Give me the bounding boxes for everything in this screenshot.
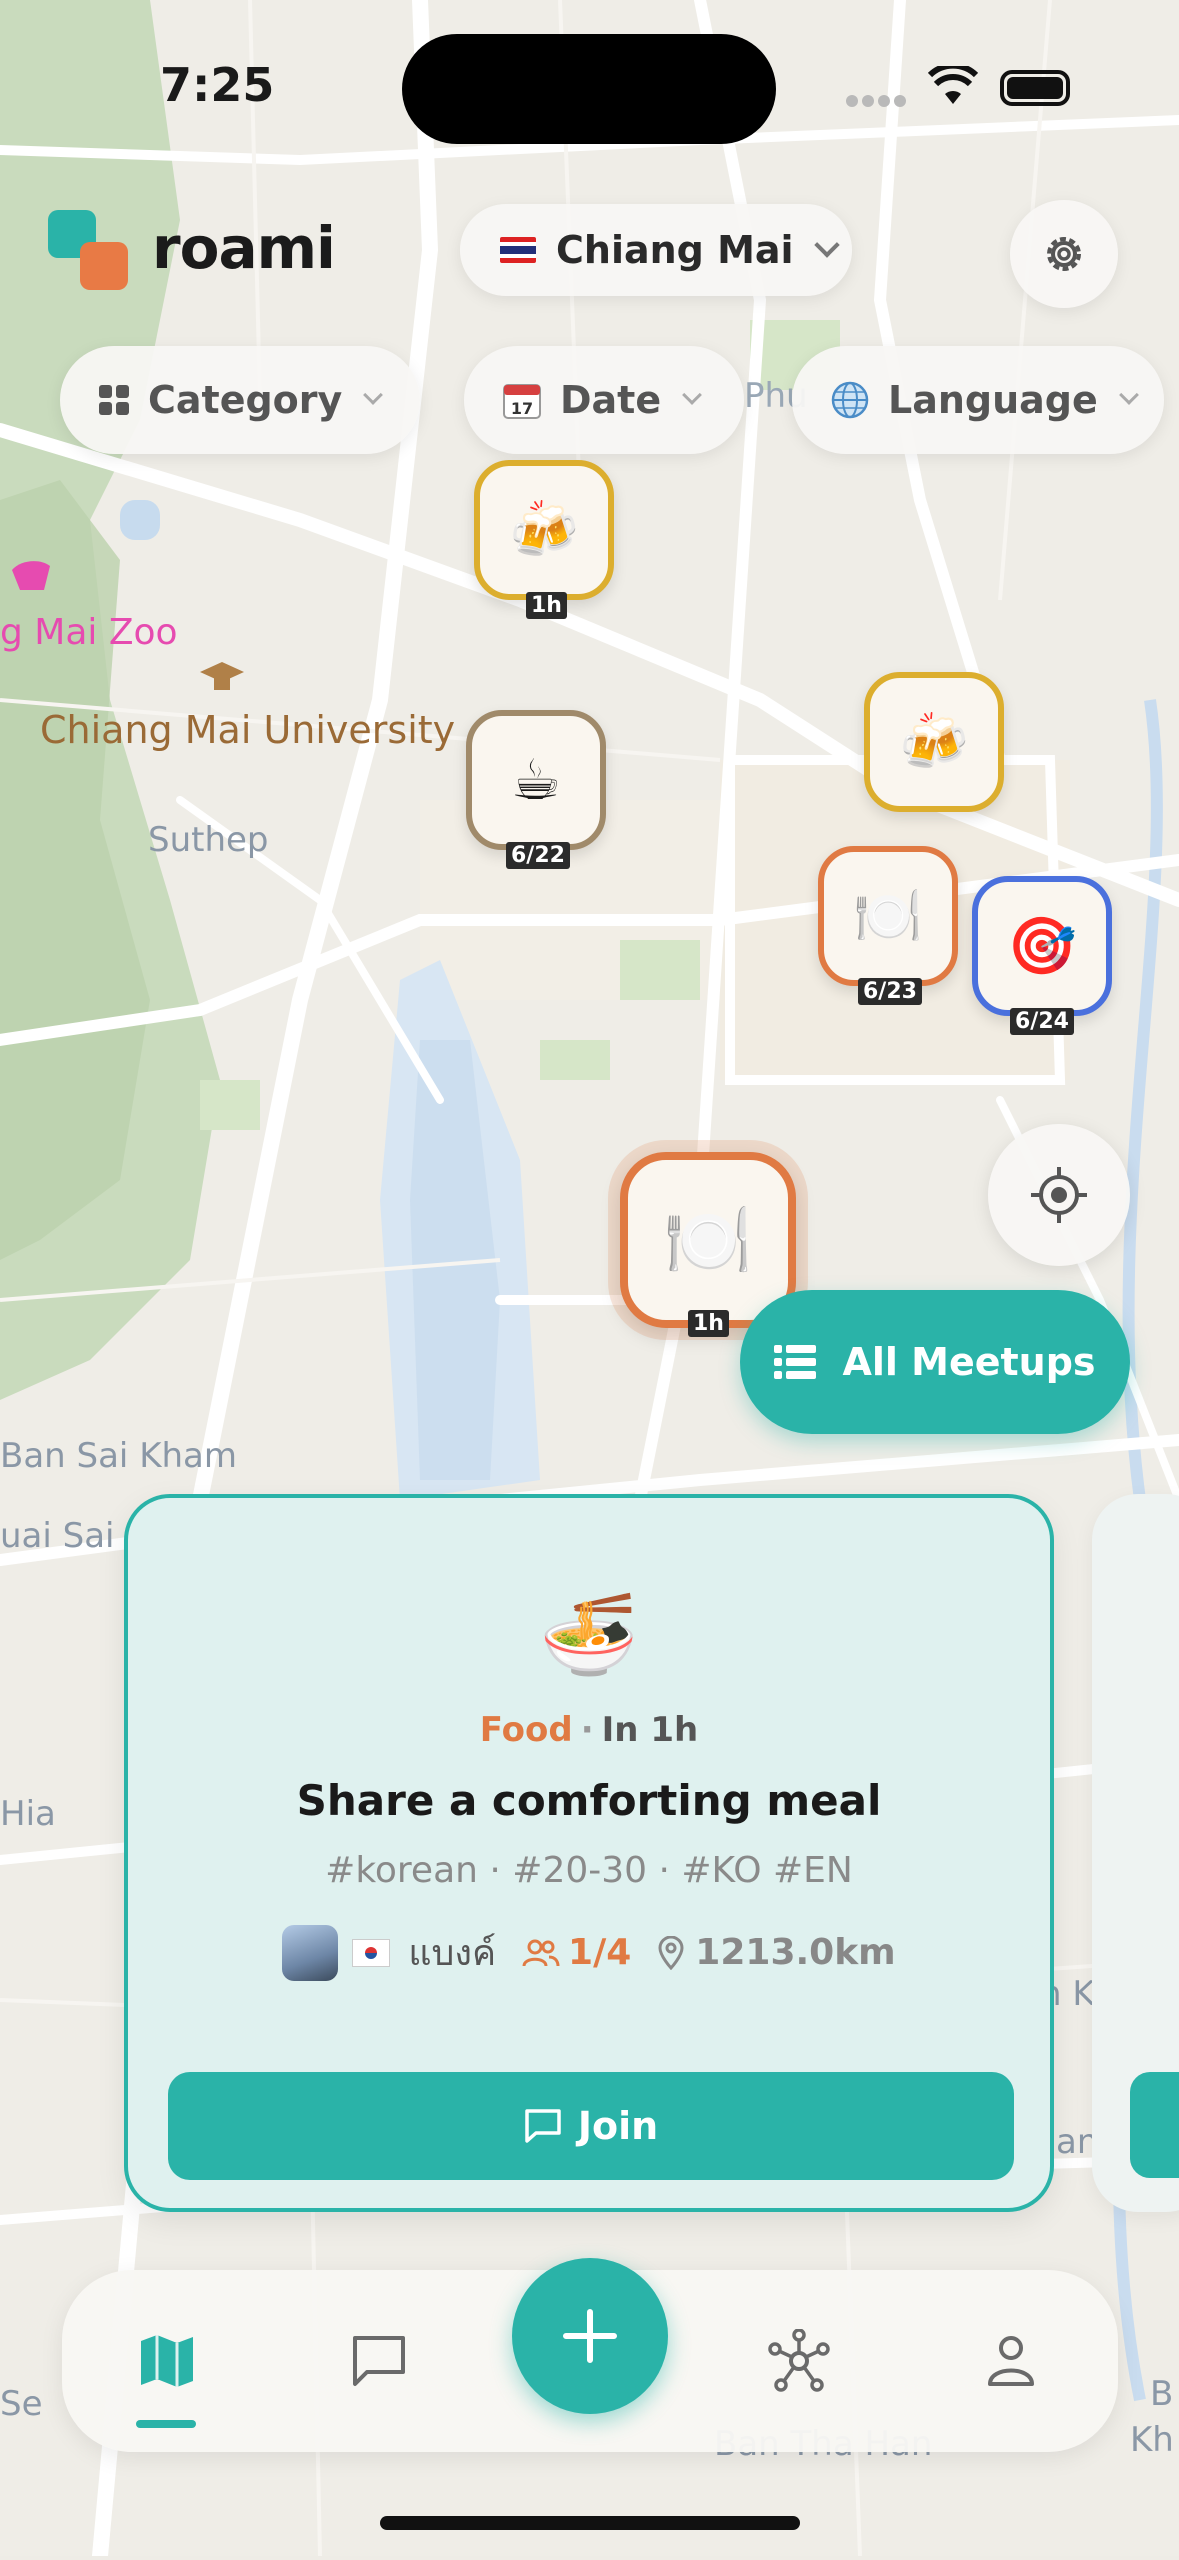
meetup-marker-selected[interactable]: 🍽️	[620, 1152, 796, 1328]
grid-icon	[98, 384, 130, 416]
next-card-join-button[interactable]	[1130, 2072, 1179, 2178]
location-pin-icon	[658, 1935, 684, 1970]
korea-flag-icon	[352, 1938, 391, 1967]
app-name: roami	[152, 214, 336, 282]
distance-value: 1213.0km	[695, 1932, 896, 1973]
chevron-down-icon	[1118, 385, 1139, 405]
gear-icon	[1047, 237, 1081, 271]
map-label-left-se: Se	[0, 2384, 43, 2424]
chevron-down-icon	[363, 385, 384, 405]
date-filter-label: Date	[560, 378, 662, 422]
map-label-b: B	[1150, 2374, 1174, 2414]
map-label-uai-sai: uai Sai	[0, 1516, 115, 1556]
dynamic-island	[402, 34, 776, 144]
date-filter[interactable]: 17 Date	[464, 346, 744, 454]
meetup-meta: Food · In 1h	[128, 1710, 1050, 1750]
meetup-marker-coffee[interactable]: ☕	[466, 710, 606, 850]
beer-icon: 🍻	[899, 710, 969, 775]
people-icon	[522, 1939, 560, 1966]
plus-icon	[563, 2309, 617, 2363]
distance: 1213.0km	[657, 1932, 896, 1973]
map-label-suthep: Suthep	[148, 820, 269, 860]
map-label-hia: Hia	[0, 1794, 56, 1834]
chat-bubble-icon	[525, 2109, 561, 2143]
map-label-zoo: g Mai Zoo	[0, 612, 178, 653]
home-indicator	[380, 2516, 800, 2530]
tab-community[interactable]	[764, 2326, 834, 2396]
city-selector[interactable]: Chiang Mai	[460, 204, 852, 296]
city-name: Chiang Mai	[556, 228, 794, 272]
wifi-icon	[927, 62, 979, 110]
map-label-kh: Kh	[1130, 2420, 1174, 2460]
battery-icon	[1000, 70, 1070, 106]
language-filter-label: Language	[888, 378, 1098, 422]
join-button[interactable]: Join	[168, 2072, 1014, 2180]
tab-profile[interactable]	[976, 2326, 1046, 2396]
map-label-university: Chiang Mai University	[40, 708, 456, 752]
locate-button[interactable]	[988, 1124, 1130, 1266]
map-label-ban-sai-kham: Ban Sai Kham	[0, 1436, 237, 1476]
create-meetup-button[interactable]	[512, 2258, 668, 2414]
meta-separator: ·	[580, 1710, 594, 1750]
cellular-icon	[846, 92, 910, 111]
all-meetups-button[interactable]: All Meetups	[740, 1290, 1130, 1434]
profile-icon	[988, 2336, 1034, 2386]
coffee-icon: ☕	[510, 747, 562, 813]
meetup-tags: #korean · #20-30 · #KO #EN	[325, 1850, 853, 1891]
target-icon: 🎯	[1007, 914, 1077, 979]
logo-icon	[48, 210, 138, 300]
language-filter[interactable]: Language	[792, 346, 1164, 454]
meetup-marker-activity[interactable]: 🎯	[972, 876, 1112, 1016]
tab-chat[interactable]	[344, 2326, 414, 2396]
attendee-count: 1/4	[522, 1932, 631, 1973]
list-icon	[774, 1345, 817, 1379]
active-tab-indicator	[136, 2420, 196, 2428]
network-icon	[768, 2329, 830, 2392]
tab-map[interactable]	[132, 2326, 202, 2396]
plate-icon: 🍽️	[663, 1197, 753, 1282]
meetup-details: แบงค์ 1/4 1213.0km	[128, 1924, 1050, 1981]
chevron-down-icon	[682, 385, 703, 405]
marker-label: 1h	[688, 1310, 729, 1337]
calendar-icon: 17	[502, 380, 542, 420]
settings-button[interactable]	[1010, 200, 1118, 308]
meetup-marker-beer[interactable]: 🍻	[474, 460, 614, 600]
meetup-card[interactable]: 🍜 Food · In 1h Share a comforting meal #ko…	[124, 1494, 1054, 2212]
marker-label: 6/22	[506, 842, 570, 869]
chevron-down-icon	[813, 232, 840, 258]
thailand-flag-icon	[500, 237, 536, 263]
category-filter[interactable]: Category	[60, 346, 420, 454]
marker-label: 6/23	[858, 978, 922, 1005]
noodle-icon: 🍜	[539, 1588, 639, 1681]
meetup-time: In 1h	[601, 1710, 699, 1750]
chat-icon	[353, 2336, 405, 2386]
status-time: 7:25	[160, 58, 275, 112]
meetup-marker-food[interactable]: 🍽️	[818, 846, 958, 986]
host-name: แบงค์	[408, 1933, 497, 1974]
marker-label: 6/24	[1010, 1008, 1074, 1035]
meetup-title: Share a comforting meal	[296, 1776, 882, 1825]
meetup-category: Food	[479, 1710, 573, 1750]
map-icon	[141, 2335, 193, 2387]
attendee-count-value: 1/4	[568, 1932, 632, 1973]
join-label: Join	[577, 2104, 659, 2148]
beer-icon: 🍻	[509, 498, 579, 563]
globe-icon	[830, 380, 870, 420]
category-filter-label: Category	[148, 378, 343, 422]
svg-text:17: 17	[511, 399, 533, 418]
marker-label: 1h	[526, 592, 567, 619]
crosshair-icon	[1031, 1167, 1087, 1223]
plate-icon: 🍽️	[853, 884, 923, 949]
meetup-marker-beer[interactable]: 🍻	[864, 672, 1004, 812]
avatar	[282, 1924, 339, 1981]
all-meetups-label: All Meetups	[842, 1340, 1096, 1384]
